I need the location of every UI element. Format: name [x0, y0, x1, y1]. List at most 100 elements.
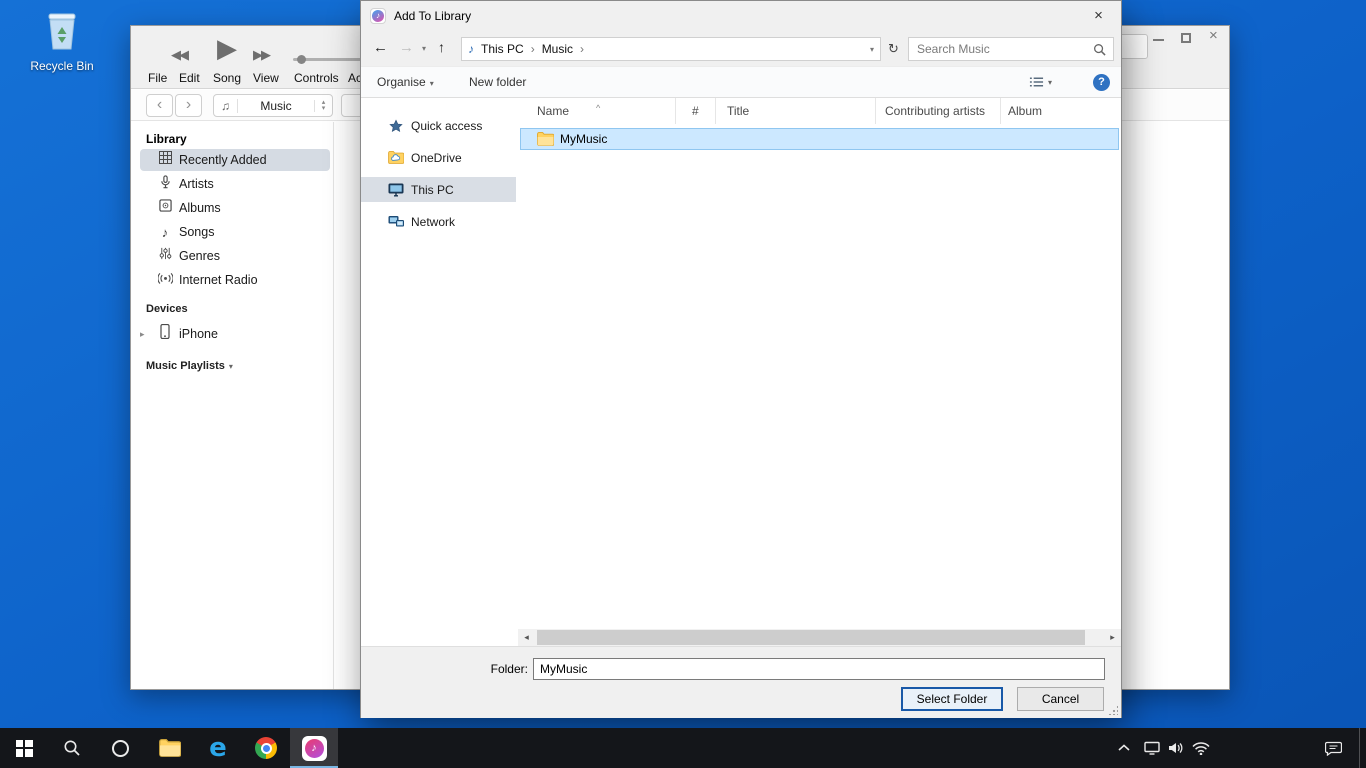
minimize-icon[interactable]	[1153, 39, 1164, 41]
cortana-button[interactable]	[96, 728, 144, 768]
column-header-album[interactable]: Album	[1001, 98, 1123, 124]
navigation-pane: Quick access OneDrive This PC	[361, 98, 518, 646]
new-folder-button[interactable]: New folder	[469, 67, 526, 97]
file-explorer-button[interactable]	[146, 728, 194, 768]
media-selector-arrows[interactable]: ▴ ▾	[314, 100, 332, 112]
chrome-button[interactable]	[242, 728, 290, 768]
grid-icon	[157, 151, 173, 169]
menu-edit[interactable]: Edit	[179, 71, 200, 85]
column-header-name[interactable]: Name ^	[518, 98, 676, 124]
edge-button[interactable]: e	[194, 728, 242, 768]
recycle-bin[interactable]: Recycle Bin	[26, 8, 98, 73]
resize-grip[interactable]	[1108, 705, 1118, 715]
sidebar-item-iphone[interactable]: ▸ iPhone	[131, 322, 333, 346]
dialog-titlebar[interactable]: ♪ Add To Library ×	[361, 1, 1121, 31]
itunes-app-icon: ♪	[370, 8, 386, 24]
start-button[interactable]	[0, 728, 48, 768]
show-hidden-icons-button[interactable]	[1112, 728, 1136, 768]
sidebar-item-genres[interactable]: Genres	[131, 244, 333, 268]
back-button[interactable]: ←	[373, 39, 388, 56]
up-button[interactable]: ↑	[438, 39, 445, 55]
back-button[interactable]: ‹	[146, 94, 173, 117]
forward-button[interactable]: →	[399, 39, 414, 56]
cortana-icon	[112, 740, 129, 757]
fast-forward-button[interactable]: ▶▶	[253, 47, 269, 63]
search-icon	[1093, 43, 1106, 56]
sidebar-item-artists[interactable]: Artists	[131, 172, 333, 196]
chevron-right-icon[interactable]: ›	[531, 42, 535, 56]
radio-broadcast-icon	[157, 271, 173, 289]
scrollbar-thumb[interactable]	[537, 630, 1085, 645]
music-note-icon: ♪	[468, 42, 474, 56]
folder-icon	[537, 132, 554, 151]
media-selector[interactable]: ♫ Music ▴ ▾	[213, 94, 333, 117]
close-icon[interactable]: ×	[1209, 27, 1218, 44]
views-button[interactable]: ▾	[1029, 76, 1052, 88]
sidebar-item-songs[interactable]: ♪ Songs	[131, 220, 333, 244]
scroll-right-icon[interactable]: ▸	[1104, 629, 1121, 646]
music-playlists-header[interactable]: Music Playlists▾	[146, 360, 233, 372]
volume-slider[interactable]	[293, 58, 367, 61]
forward-chevron-icon: ›	[186, 96, 191, 113]
sidebar-item-albums[interactable]: Albums	[131, 196, 333, 220]
nav-item-quick-access[interactable]: Quick access	[361, 113, 516, 138]
monitor-icon	[1144, 741, 1160, 755]
file-row-mymusic[interactable]: MyMusic	[520, 128, 1119, 150]
refresh-icon[interactable]: ↻	[888, 41, 899, 57]
breadcrumb-this-pc[interactable]: This PC	[481, 42, 524, 56]
devices-header: Devices	[146, 303, 188, 315]
dialog-footer: Folder: Select Folder Cancel	[361, 646, 1121, 718]
sidebar-item-label: Songs	[179, 225, 214, 239]
address-dropdown-icon[interactable]: ▾	[870, 45, 874, 54]
tray-display-button[interactable]	[1140, 728, 1164, 768]
dialog-address-row: ← → ▾ ↑ ♪ This PC › Music › ▾ ↻	[361, 31, 1121, 66]
menu-view[interactable]: View	[253, 71, 279, 85]
scroll-left-icon[interactable]: ◂	[518, 629, 535, 646]
network-button[interactable]	[1188, 728, 1214, 768]
sidebar-item-internet-radio[interactable]: Internet Radio	[131, 268, 333, 292]
maximize-icon[interactable]	[1181, 33, 1191, 43]
nav-item-label: OneDrive	[411, 151, 462, 165]
help-button[interactable]: ?	[1093, 74, 1110, 91]
forward-button[interactable]: ›	[175, 94, 202, 117]
play-button[interactable]: ▶	[217, 33, 237, 64]
column-header-contributing-artists[interactable]: Contributing artists	[876, 98, 1001, 124]
chevron-right-icon[interactable]: ›	[580, 42, 584, 56]
column-header-number[interactable]: #	[676, 98, 716, 124]
itunes-taskbar-button[interactable]: ♪	[290, 728, 338, 768]
address-bar[interactable]: ♪ This PC › Music › ▾	[461, 37, 881, 61]
menu-controls[interactable]: Controls	[294, 71, 339, 85]
folder-name-input[interactable]	[533, 658, 1105, 680]
folder-label: Folder:	[451, 658, 528, 680]
organise-button[interactable]: Organise▾	[377, 67, 434, 97]
select-folder-button[interactable]: Select Folder	[901, 687, 1003, 711]
horizontal-scrollbar[interactable]: ◂ ▸	[518, 629, 1121, 646]
sidebar-item-label: Genres	[179, 249, 220, 263]
sort-ascending-icon: ^	[596, 95, 600, 121]
column-header-title[interactable]: Title	[716, 98, 876, 124]
nav-item-network[interactable]: Network	[361, 209, 516, 234]
sidebar-item-label: Recently Added	[179, 153, 267, 167]
onedrive-icon	[387, 151, 404, 164]
action-center-button[interactable]	[1318, 728, 1348, 768]
edge-icon: e	[209, 735, 227, 761]
cancel-button[interactable]: Cancel	[1017, 687, 1104, 711]
nav-item-this-pc[interactable]: This PC	[361, 177, 516, 202]
search-input[interactable]	[909, 38, 1089, 60]
chevron-down-icon: ▾	[1048, 78, 1052, 87]
menu-song[interactable]: Song	[213, 71, 241, 85]
recent-locations-dropdown-icon[interactable]: ▾	[422, 44, 426, 53]
breadcrumb-music[interactable]: Music	[542, 42, 573, 56]
search-box[interactable]	[908, 37, 1114, 61]
expander-icon[interactable]: ▸	[140, 329, 145, 340]
show-desktop-button[interactable]	[1359, 728, 1366, 768]
menu-file[interactable]: File	[148, 71, 167, 85]
column-label: #	[692, 104, 699, 118]
volume-button[interactable]	[1164, 728, 1188, 768]
sidebar-item-recently-added[interactable]: Recently Added	[131, 148, 333, 172]
rewind-button[interactable]: ◀◀	[171, 47, 187, 63]
close-icon[interactable]: ×	[1076, 1, 1121, 31]
music-playlists-label: Music Playlists	[146, 360, 225, 372]
taskbar-search-button[interactable]	[48, 728, 96, 768]
nav-item-onedrive[interactable]: OneDrive	[361, 145, 516, 170]
